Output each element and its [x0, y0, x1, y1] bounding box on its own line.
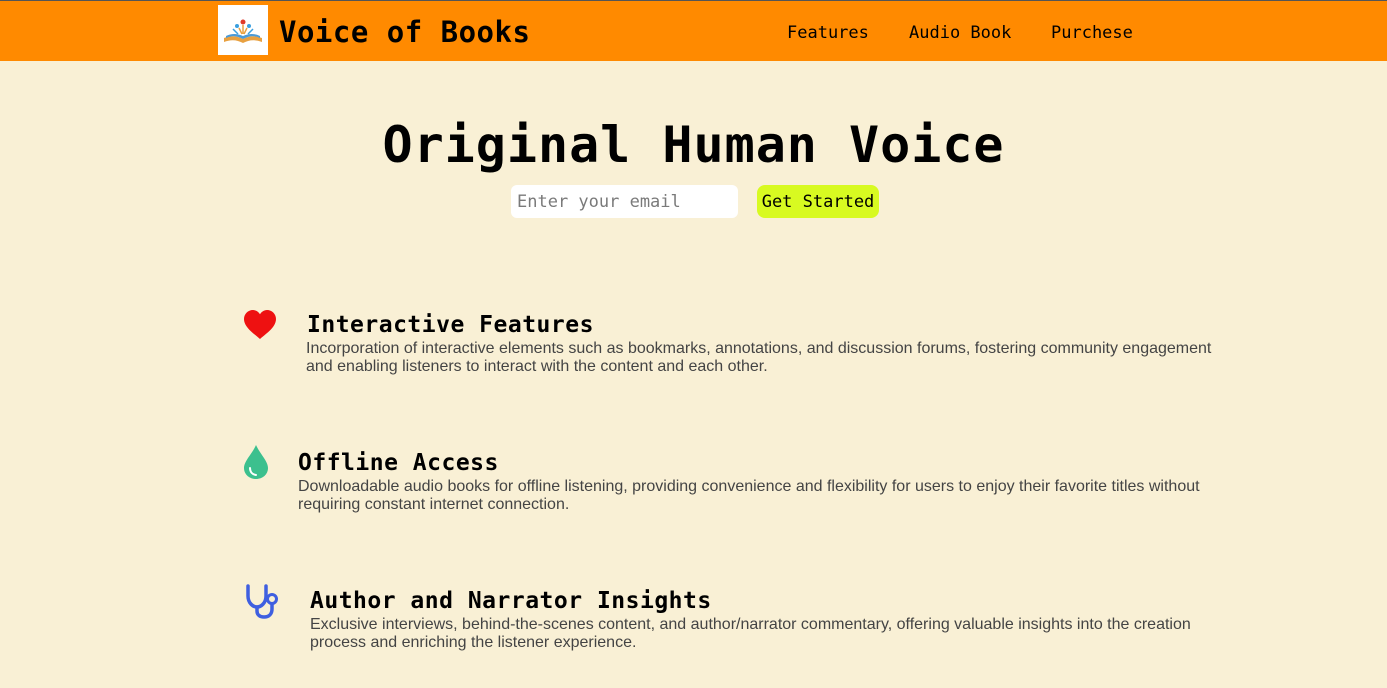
- nav-link-purchese[interactable]: Purchese: [1051, 22, 1133, 44]
- nav-link-features[interactable]: Features: [787, 22, 869, 44]
- feature-description: Incorporation of interactive elements su…: [306, 340, 1212, 375]
- water-drop-icon: [243, 444, 269, 484]
- get-started-button[interactable]: Get Started: [757, 185, 879, 218]
- stethoscope-icon: [244, 583, 282, 623]
- nav-link-audio-book[interactable]: Audio Book: [909, 22, 1011, 44]
- hero-title: Original Human Voice: [382, 116, 1005, 174]
- feature-title: Offline Access: [298, 450, 499, 476]
- feature-title: Author and Narrator Insights: [310, 588, 712, 614]
- feature-description: Downloadable audio books for offline lis…: [298, 478, 1200, 513]
- feature-title: Interactive Features: [307, 312, 594, 338]
- brand-logo[interactable]: [218, 5, 268, 55]
- brand-name[interactable]: Voice of Books: [279, 14, 530, 50]
- feature-description: Exclusive interviews, behind-the-scenes …: [310, 616, 1191, 651]
- heart-icon: [243, 310, 277, 344]
- top-navbar: Voice of Books Features Audio Book Purch…: [0, 0, 1387, 61]
- open-book-logo-icon: [224, 19, 262, 43]
- email-input[interactable]: [511, 185, 738, 218]
